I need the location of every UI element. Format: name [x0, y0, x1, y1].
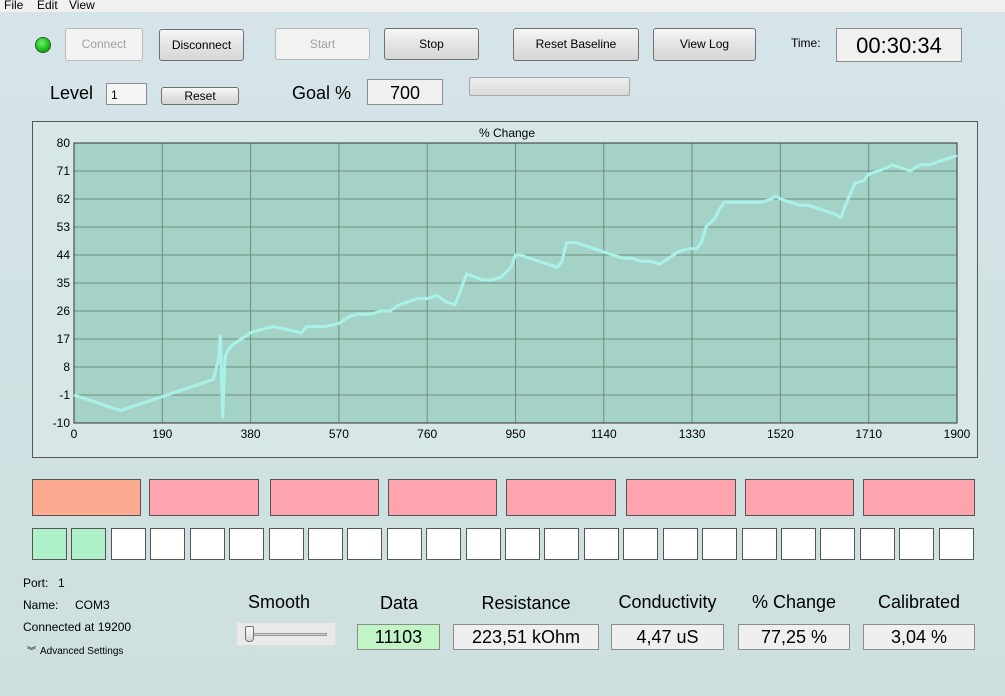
advanced-settings-label: Advanced Settings [40, 646, 124, 657]
view-log-button[interactable]: View Log [653, 28, 756, 61]
x-tick-label: 1520 [767, 427, 794, 441]
level-square [939, 528, 974, 560]
y-tick-label: 80 [57, 136, 71, 150]
data-value: 11103 [357, 624, 440, 650]
level-square [387, 528, 422, 560]
advanced-settings-toggle[interactable]: ︾ Advanced Settings [27, 644, 123, 657]
y-tick-label: 17 [57, 332, 71, 346]
y-tick-label: 26 [57, 304, 71, 318]
level-segment [270, 479, 379, 516]
smooth-label: Smooth [247, 592, 311, 612]
y-tick-label: 53 [57, 220, 71, 234]
calibrated-value: 3,04 % [863, 624, 975, 650]
level-square [269, 528, 304, 560]
level-square [742, 528, 777, 560]
x-tick-label: 0 [71, 427, 78, 441]
connection-status-led [35, 37, 51, 53]
y-tick-label: 35 [57, 276, 71, 290]
resistance-label: Resistance [481, 593, 571, 613]
menu-file[interactable]: File [4, 0, 23, 11]
level-input[interactable]: 1 [106, 83, 147, 105]
x-tick-label: 570 [329, 427, 349, 441]
x-tick-label: 1330 [679, 427, 706, 441]
level-square [308, 528, 343, 560]
level-segment [32, 479, 141, 516]
data-label: Data [379, 593, 419, 613]
chart-title: % Change [479, 126, 535, 140]
percent-change-value: 77,25 % [738, 624, 850, 650]
menu-view[interactable]: View [69, 0, 95, 11]
resistance-value: 223,51 kOhm [453, 624, 599, 650]
chart-panel: % Change 0 190 380 570 760 950 1140 1330 1520 171… [32, 121, 978, 458]
level-segment [626, 479, 736, 516]
level-reset-button[interactable]: Reset [161, 87, 239, 105]
level-square [505, 528, 540, 560]
level-segment [745, 479, 854, 516]
level-square [466, 528, 501, 560]
level-square [820, 528, 855, 560]
level-square [71, 528, 106, 560]
y-tick-label: 71 [57, 164, 71, 178]
calibrated-label: Calibrated [877, 592, 961, 612]
disconnect-button[interactable]: Disconnect [159, 29, 244, 61]
level-segment [149, 479, 259, 516]
level-square [860, 528, 895, 560]
level-square [150, 528, 185, 560]
level-square [229, 528, 264, 560]
goal-input[interactable]: 700 [367, 79, 443, 105]
goal-label: Goal % [292, 83, 352, 103]
smooth-slider-groove [245, 633, 327, 636]
port-value: 1 [58, 576, 65, 590]
stop-button[interactable]: Stop [384, 28, 479, 60]
level-square [702, 528, 737, 560]
level-square [426, 528, 461, 560]
level-square [781, 528, 816, 560]
level-square [347, 528, 382, 560]
level-segment [506, 479, 616, 516]
y-tick-label: -10 [53, 416, 71, 430]
level-square [544, 528, 579, 560]
smooth-slider-thumb[interactable] [245, 626, 254, 642]
connect-button[interactable]: Connect [65, 28, 143, 61]
double-chevron-down-icon: ︾ [27, 646, 37, 656]
level-square [623, 528, 658, 560]
level-square [899, 528, 934, 560]
level-square [584, 528, 619, 560]
x-tick-label: 950 [505, 427, 525, 441]
menu-edit[interactable]: Edit [37, 0, 58, 11]
level-square [663, 528, 698, 560]
x-tick-label: 1140 [591, 427, 617, 441]
goal-progress-bar [469, 77, 630, 96]
level-segment [388, 479, 497, 516]
y-tick-label: 44 [57, 248, 71, 262]
x-tick-label: 190 [152, 427, 172, 441]
level-label: Level [50, 83, 94, 103]
level-square [32, 528, 67, 560]
percent-change-label: % Change [751, 592, 837, 612]
x-tick-label: 1900 [944, 427, 971, 441]
level-segment [863, 479, 975, 516]
y-tick-label: 62 [57, 192, 71, 206]
percent-change-chart: % Change 0 190 380 570 760 950 1140 1330 1520 171… [53, 126, 971, 441]
x-tick-label: 1710 [855, 427, 882, 441]
y-tick-label: 8 [63, 360, 70, 374]
menu-bar: File Edit View [0, 0, 1005, 12]
elapsed-time-display: 00:30:34 [836, 28, 962, 62]
conductivity-label: Conductivity [618, 592, 717, 612]
reset-baseline-button[interactable]: Reset Baseline [513, 28, 639, 61]
level-square [190, 528, 225, 560]
connected-status-text: Connected at 19200 [23, 620, 132, 634]
x-tick-label: 380 [241, 427, 261, 441]
y-tick-label: -1 [59, 388, 70, 402]
name-value: COM3 [75, 598, 110, 612]
name-label: Name: [23, 598, 59, 612]
conductivity-value: 4,47 uS [611, 624, 724, 650]
x-tick-label: 760 [417, 427, 437, 441]
smooth-slider[interactable] [236, 622, 336, 646]
time-label: Time: [791, 36, 821, 50]
level-square [111, 528, 146, 560]
start-button[interactable]: Start [275, 28, 370, 60]
port-label: Port: [23, 576, 49, 590]
